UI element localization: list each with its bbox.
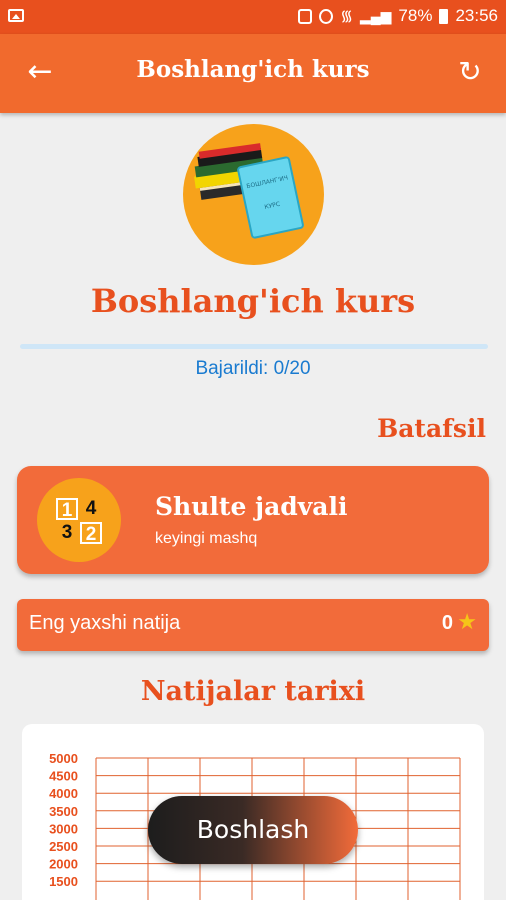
battery-percent: 78% — [398, 6, 433, 25]
course-title: Boshlang'ich kurs — [90, 282, 416, 320]
history-title: Natijalar tarixi — [140, 676, 366, 707]
image-notification-icon — [8, 9, 24, 22]
y-tick-label: 3500 — [49, 804, 78, 819]
progress-bar — [20, 344, 488, 349]
start-button[interactable]: Boshlash — [148, 796, 358, 864]
signal-icon: ▂▄▆ — [359, 7, 392, 24]
alarm-icon — [319, 8, 334, 24]
icon-number-1: 1 — [56, 498, 78, 521]
y-tick-label: 2500 — [49, 839, 78, 854]
wifi-icon: ᯾ — [340, 8, 353, 25]
y-tick-label: 3000 — [49, 821, 78, 836]
icon-number-4: 4 — [85, 498, 97, 519]
y-tick-label: 2000 — [49, 857, 78, 872]
star-icon: ★ — [457, 610, 477, 635]
details-link[interactable]: Batafsil — [377, 414, 486, 443]
icon-number-3: 3 — [61, 522, 73, 543]
books-icon: БОШЛАНГ'ИЧ КУРС — [194, 143, 304, 239]
next-exercise-card[interactable]: 1 4 3 2 Shulte jadvali keyingi mashq — [17, 466, 489, 574]
best-result-card: Eng yaxshi natija 0 ★ — [17, 599, 489, 651]
battery-icon — [439, 8, 449, 24]
status-icons: ᯾ ▂▄▆ 78% 23:56 — [298, 6, 498, 26]
exercise-subtitle: keyingi mashq — [155, 530, 258, 547]
sim-icon — [298, 8, 313, 24]
refresh-icon[interactable]: ↻ — [452, 54, 488, 90]
app-bar-title: Boshlang'ich kurs — [136, 56, 370, 83]
status-bar: ᯾ ▂▄▆ 78% 23:56 — [0, 0, 506, 34]
app-bar: ← Boshlang'ich kurs ↻ — [0, 34, 506, 113]
y-tick-label: 1500 — [49, 874, 78, 889]
schulte-table-icon: 1 4 3 2 — [37, 478, 121, 562]
progress-label: Bajarildi: 0/20 — [195, 358, 311, 379]
exercise-name: Shulte jadvali — [155, 492, 348, 521]
y-tick-label: 4500 — [49, 769, 78, 784]
course-logo: БОШЛАНГ'ИЧ КУРС — [183, 124, 324, 265]
y-tick-label: 4000 — [49, 786, 78, 801]
clock: 23:56 — [455, 6, 498, 25]
best-result-value: 0 — [441, 612, 453, 634]
best-result-label: Eng yaxshi natija — [29, 612, 181, 634]
icon-number-2: 2 — [80, 522, 102, 545]
y-tick-label: 5000 — [49, 751, 78, 766]
